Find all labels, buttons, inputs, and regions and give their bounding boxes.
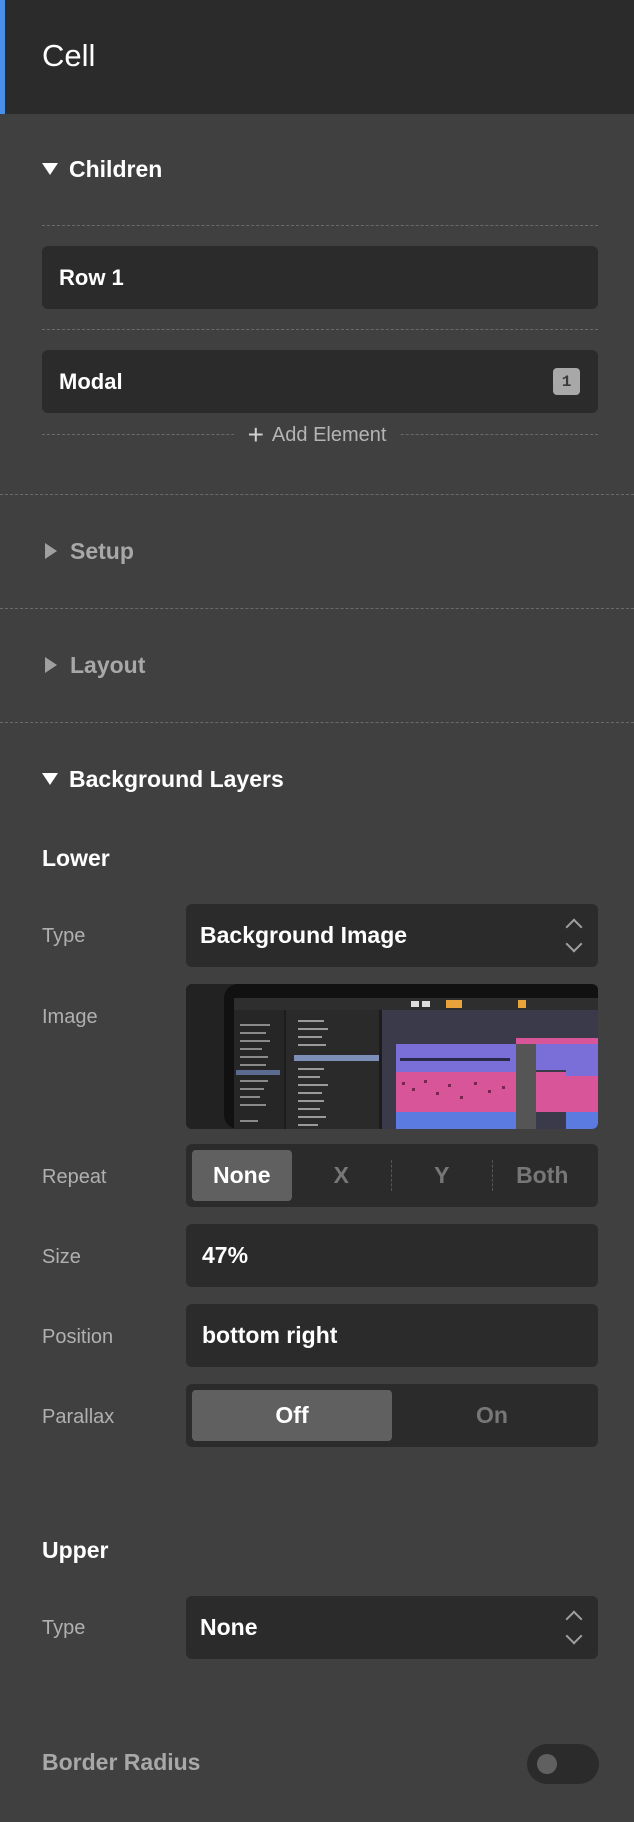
add-element-button[interactable]: + Add Element	[233, 419, 401, 450]
child-item-label: Row 1	[59, 264, 124, 290]
plus-icon: +	[247, 419, 264, 450]
child-item-label: Modal	[59, 368, 123, 394]
background-layers-toggle[interactable]: Background Layers	[42, 764, 284, 794]
section-separator	[0, 494, 634, 495]
lower-repeat-label: Repeat	[42, 1166, 107, 1188]
parallax-segmented-control: Off On	[186, 1384, 598, 1447]
caret-right-icon	[45, 657, 57, 673]
lower-parallax-label: Parallax	[42, 1406, 115, 1428]
repeat-option-both[interactable]: Both	[493, 1150, 593, 1201]
size-input[interactable]: 47%	[186, 1224, 598, 1287]
add-element-label: Add Element	[271, 423, 387, 446]
lower-type-label: Type	[42, 925, 86, 947]
layout-heading: Layout	[70, 652, 146, 678]
lower-type-select[interactable]: Background Image	[186, 904, 598, 967]
add-element-row: + Add Element	[0, 420, 634, 450]
lower-image-label: Image	[42, 1006, 98, 1028]
children-heading: Children	[69, 156, 163, 182]
upper-layer-heading: Upper	[42, 1537, 109, 1563]
repeat-segmented-control: None X Y Both	[186, 1144, 598, 1207]
position-input[interactable]: bottom right	[186, 1304, 598, 1367]
border-radius-toggle[interactable]	[527, 1744, 599, 1784]
panel-title: Cell	[42, 38, 96, 73]
lower-type-value: Background Image	[200, 922, 408, 948]
section-separator	[0, 608, 634, 609]
caret-down-icon	[42, 163, 58, 175]
updown-chevron-icon	[565, 916, 583, 955]
toggle-knob	[537, 1754, 557, 1774]
drop-zone-divider	[42, 329, 598, 330]
layout-section-toggle[interactable]: Layout	[42, 650, 145, 680]
background-layers-heading: Background Layers	[69, 766, 284, 792]
parallax-option-off[interactable]: Off	[192, 1390, 392, 1441]
child-item-modal[interactable]: Modal 1	[42, 350, 598, 413]
setup-section-toggle[interactable]: Setup	[42, 536, 134, 566]
repeat-option-y[interactable]: Y	[392, 1150, 492, 1201]
setup-heading: Setup	[70, 538, 134, 564]
caret-right-icon	[45, 543, 57, 559]
child-item-row-1[interactable]: Row 1	[42, 246, 598, 309]
upper-type-label: Type	[42, 1617, 86, 1639]
repeat-option-x[interactable]: X	[292, 1150, 392, 1201]
updown-chevron-icon	[565, 1608, 583, 1647]
upper-type-select[interactable]: None	[186, 1596, 598, 1659]
lower-layer-heading: Lower	[42, 845, 110, 871]
upper-type-value: None	[200, 1614, 258, 1640]
drop-zone-divider	[42, 225, 598, 226]
parallax-option-on[interactable]: On	[392, 1390, 592, 1441]
lower-size-label: Size	[42, 1246, 81, 1268]
repeat-option-none[interactable]: None	[192, 1150, 292, 1201]
background-image-preview[interactable]	[186, 984, 598, 1129]
lower-position-label: Position	[42, 1326, 114, 1348]
border-radius-label: Border Radius	[42, 1749, 201, 1775]
header-accent-bar	[0, 0, 5, 114]
children-section-toggle[interactable]: Children	[42, 154, 162, 184]
child-count-badge: 1	[553, 368, 580, 395]
section-separator	[0, 722, 634, 723]
caret-down-icon	[42, 773, 58, 785]
image-thumbnail	[186, 984, 598, 1129]
